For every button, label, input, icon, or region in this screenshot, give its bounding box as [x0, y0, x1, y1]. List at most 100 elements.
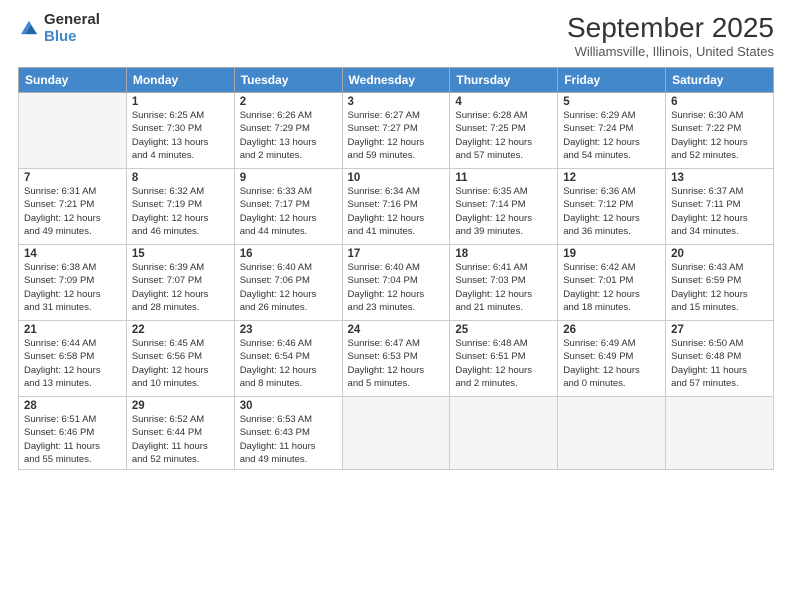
day-info: Sunrise: 6:52 AMSunset: 6:44 PMDaylight:… — [132, 413, 229, 466]
logo-text: General Blue — [44, 12, 100, 45]
day-info: Sunrise: 6:26 AMSunset: 7:29 PMDaylight:… — [240, 109, 337, 162]
logo-blue: Blue — [44, 29, 100, 46]
day-info: Sunrise: 6:49 AMSunset: 6:49 PMDaylight:… — [563, 337, 660, 390]
week-row-4: 21Sunrise: 6:44 AMSunset: 6:58 PMDayligh… — [19, 321, 774, 397]
day-cell — [558, 397, 666, 470]
day-cell — [666, 397, 774, 470]
header-monday: Monday — [126, 68, 234, 93]
location: Williamsville, Illinois, United States — [567, 44, 774, 59]
day-info: Sunrise: 6:41 AMSunset: 7:03 PMDaylight:… — [455, 261, 552, 314]
day-number: 15 — [132, 248, 229, 260]
logo: General Blue — [18, 12, 100, 45]
day-info: Sunrise: 6:29 AMSunset: 7:24 PMDaylight:… — [563, 109, 660, 162]
header-friday: Friday — [558, 68, 666, 93]
day-number: 1 — [132, 96, 229, 108]
day-cell: 21Sunrise: 6:44 AMSunset: 6:58 PMDayligh… — [19, 321, 127, 397]
day-info: Sunrise: 6:51 AMSunset: 6:46 PMDaylight:… — [24, 413, 121, 466]
day-cell: 8Sunrise: 6:32 AMSunset: 7:19 PMDaylight… — [126, 169, 234, 245]
day-info: Sunrise: 6:46 AMSunset: 6:54 PMDaylight:… — [240, 337, 337, 390]
day-info: Sunrise: 6:36 AMSunset: 7:12 PMDaylight:… — [563, 185, 660, 238]
day-number: 28 — [24, 400, 121, 412]
calendar: Sunday Monday Tuesday Wednesday Thursday… — [18, 67, 774, 470]
week-row-5: 28Sunrise: 6:51 AMSunset: 6:46 PMDayligh… — [19, 397, 774, 470]
day-cell: 3Sunrise: 6:27 AMSunset: 7:27 PMDaylight… — [342, 93, 450, 169]
day-number: 22 — [132, 324, 229, 336]
logo-icon — [18, 18, 40, 40]
day-number: 29 — [132, 400, 229, 412]
calendar-header-row: Sunday Monday Tuesday Wednesday Thursday… — [19, 68, 774, 93]
day-cell: 9Sunrise: 6:33 AMSunset: 7:17 PMDaylight… — [234, 169, 342, 245]
day-number: 16 — [240, 248, 337, 260]
day-number: 11 — [455, 172, 552, 184]
page: General Blue September 2025 Williamsvill… — [0, 0, 792, 612]
day-number: 7 — [24, 172, 121, 184]
day-cell: 12Sunrise: 6:36 AMSunset: 7:12 PMDayligh… — [558, 169, 666, 245]
day-cell — [19, 93, 127, 169]
day-number: 3 — [348, 96, 445, 108]
day-cell: 10Sunrise: 6:34 AMSunset: 7:16 PMDayligh… — [342, 169, 450, 245]
day-cell: 20Sunrise: 6:43 AMSunset: 6:59 PMDayligh… — [666, 245, 774, 321]
header-thursday: Thursday — [450, 68, 558, 93]
day-info: Sunrise: 6:30 AMSunset: 7:22 PMDaylight:… — [671, 109, 768, 162]
day-cell: 6Sunrise: 6:30 AMSunset: 7:22 PMDaylight… — [666, 93, 774, 169]
day-number: 5 — [563, 96, 660, 108]
day-info: Sunrise: 6:45 AMSunset: 6:56 PMDaylight:… — [132, 337, 229, 390]
day-number: 10 — [348, 172, 445, 184]
day-number: 14 — [24, 248, 121, 260]
header-tuesday: Tuesday — [234, 68, 342, 93]
day-number: 9 — [240, 172, 337, 184]
day-info: Sunrise: 6:27 AMSunset: 7:27 PMDaylight:… — [348, 109, 445, 162]
day-info: Sunrise: 6:32 AMSunset: 7:19 PMDaylight:… — [132, 185, 229, 238]
day-info: Sunrise: 6:40 AMSunset: 7:06 PMDaylight:… — [240, 261, 337, 314]
header: General Blue September 2025 Williamsvill… — [18, 12, 774, 59]
day-cell: 5Sunrise: 6:29 AMSunset: 7:24 PMDaylight… — [558, 93, 666, 169]
month-title: September 2025 — [567, 12, 774, 44]
day-cell: 16Sunrise: 6:40 AMSunset: 7:06 PMDayligh… — [234, 245, 342, 321]
day-info: Sunrise: 6:31 AMSunset: 7:21 PMDaylight:… — [24, 185, 121, 238]
day-number: 24 — [348, 324, 445, 336]
day-number: 18 — [455, 248, 552, 260]
day-cell: 18Sunrise: 6:41 AMSunset: 7:03 PMDayligh… — [450, 245, 558, 321]
day-info: Sunrise: 6:38 AMSunset: 7:09 PMDaylight:… — [24, 261, 121, 314]
day-info: Sunrise: 6:48 AMSunset: 6:51 PMDaylight:… — [455, 337, 552, 390]
week-row-1: 1Sunrise: 6:25 AMSunset: 7:30 PMDaylight… — [19, 93, 774, 169]
day-number: 30 — [240, 400, 337, 412]
logo-general: General — [44, 12, 100, 29]
day-cell — [342, 397, 450, 470]
day-number: 20 — [671, 248, 768, 260]
day-info: Sunrise: 6:25 AMSunset: 7:30 PMDaylight:… — [132, 109, 229, 162]
day-cell: 15Sunrise: 6:39 AMSunset: 7:07 PMDayligh… — [126, 245, 234, 321]
day-number: 19 — [563, 248, 660, 260]
day-info: Sunrise: 6:33 AMSunset: 7:17 PMDaylight:… — [240, 185, 337, 238]
day-cell: 14Sunrise: 6:38 AMSunset: 7:09 PMDayligh… — [19, 245, 127, 321]
day-info: Sunrise: 6:35 AMSunset: 7:14 PMDaylight:… — [455, 185, 552, 238]
day-cell: 28Sunrise: 6:51 AMSunset: 6:46 PMDayligh… — [19, 397, 127, 470]
day-number: 27 — [671, 324, 768, 336]
day-cell: 24Sunrise: 6:47 AMSunset: 6:53 PMDayligh… — [342, 321, 450, 397]
header-wednesday: Wednesday — [342, 68, 450, 93]
day-number: 13 — [671, 172, 768, 184]
day-info: Sunrise: 6:40 AMSunset: 7:04 PMDaylight:… — [348, 261, 445, 314]
day-number: 2 — [240, 96, 337, 108]
header-sunday: Sunday — [19, 68, 127, 93]
day-info: Sunrise: 6:28 AMSunset: 7:25 PMDaylight:… — [455, 109, 552, 162]
day-info: Sunrise: 6:47 AMSunset: 6:53 PMDaylight:… — [348, 337, 445, 390]
day-info: Sunrise: 6:34 AMSunset: 7:16 PMDaylight:… — [348, 185, 445, 238]
day-cell: 25Sunrise: 6:48 AMSunset: 6:51 PMDayligh… — [450, 321, 558, 397]
day-cell — [450, 397, 558, 470]
day-cell: 27Sunrise: 6:50 AMSunset: 6:48 PMDayligh… — [666, 321, 774, 397]
day-info: Sunrise: 6:53 AMSunset: 6:43 PMDaylight:… — [240, 413, 337, 466]
day-cell: 7Sunrise: 6:31 AMSunset: 7:21 PMDaylight… — [19, 169, 127, 245]
title-block: September 2025 Williamsville, Illinois, … — [567, 12, 774, 59]
day-number: 23 — [240, 324, 337, 336]
day-cell: 1Sunrise: 6:25 AMSunset: 7:30 PMDaylight… — [126, 93, 234, 169]
day-cell: 2Sunrise: 6:26 AMSunset: 7:29 PMDaylight… — [234, 93, 342, 169]
day-info: Sunrise: 6:42 AMSunset: 7:01 PMDaylight:… — [563, 261, 660, 314]
day-info: Sunrise: 6:43 AMSunset: 6:59 PMDaylight:… — [671, 261, 768, 314]
day-cell: 23Sunrise: 6:46 AMSunset: 6:54 PMDayligh… — [234, 321, 342, 397]
day-info: Sunrise: 6:37 AMSunset: 7:11 PMDaylight:… — [671, 185, 768, 238]
header-saturday: Saturday — [666, 68, 774, 93]
day-number: 12 — [563, 172, 660, 184]
day-cell: 19Sunrise: 6:42 AMSunset: 7:01 PMDayligh… — [558, 245, 666, 321]
week-row-3: 14Sunrise: 6:38 AMSunset: 7:09 PMDayligh… — [19, 245, 774, 321]
